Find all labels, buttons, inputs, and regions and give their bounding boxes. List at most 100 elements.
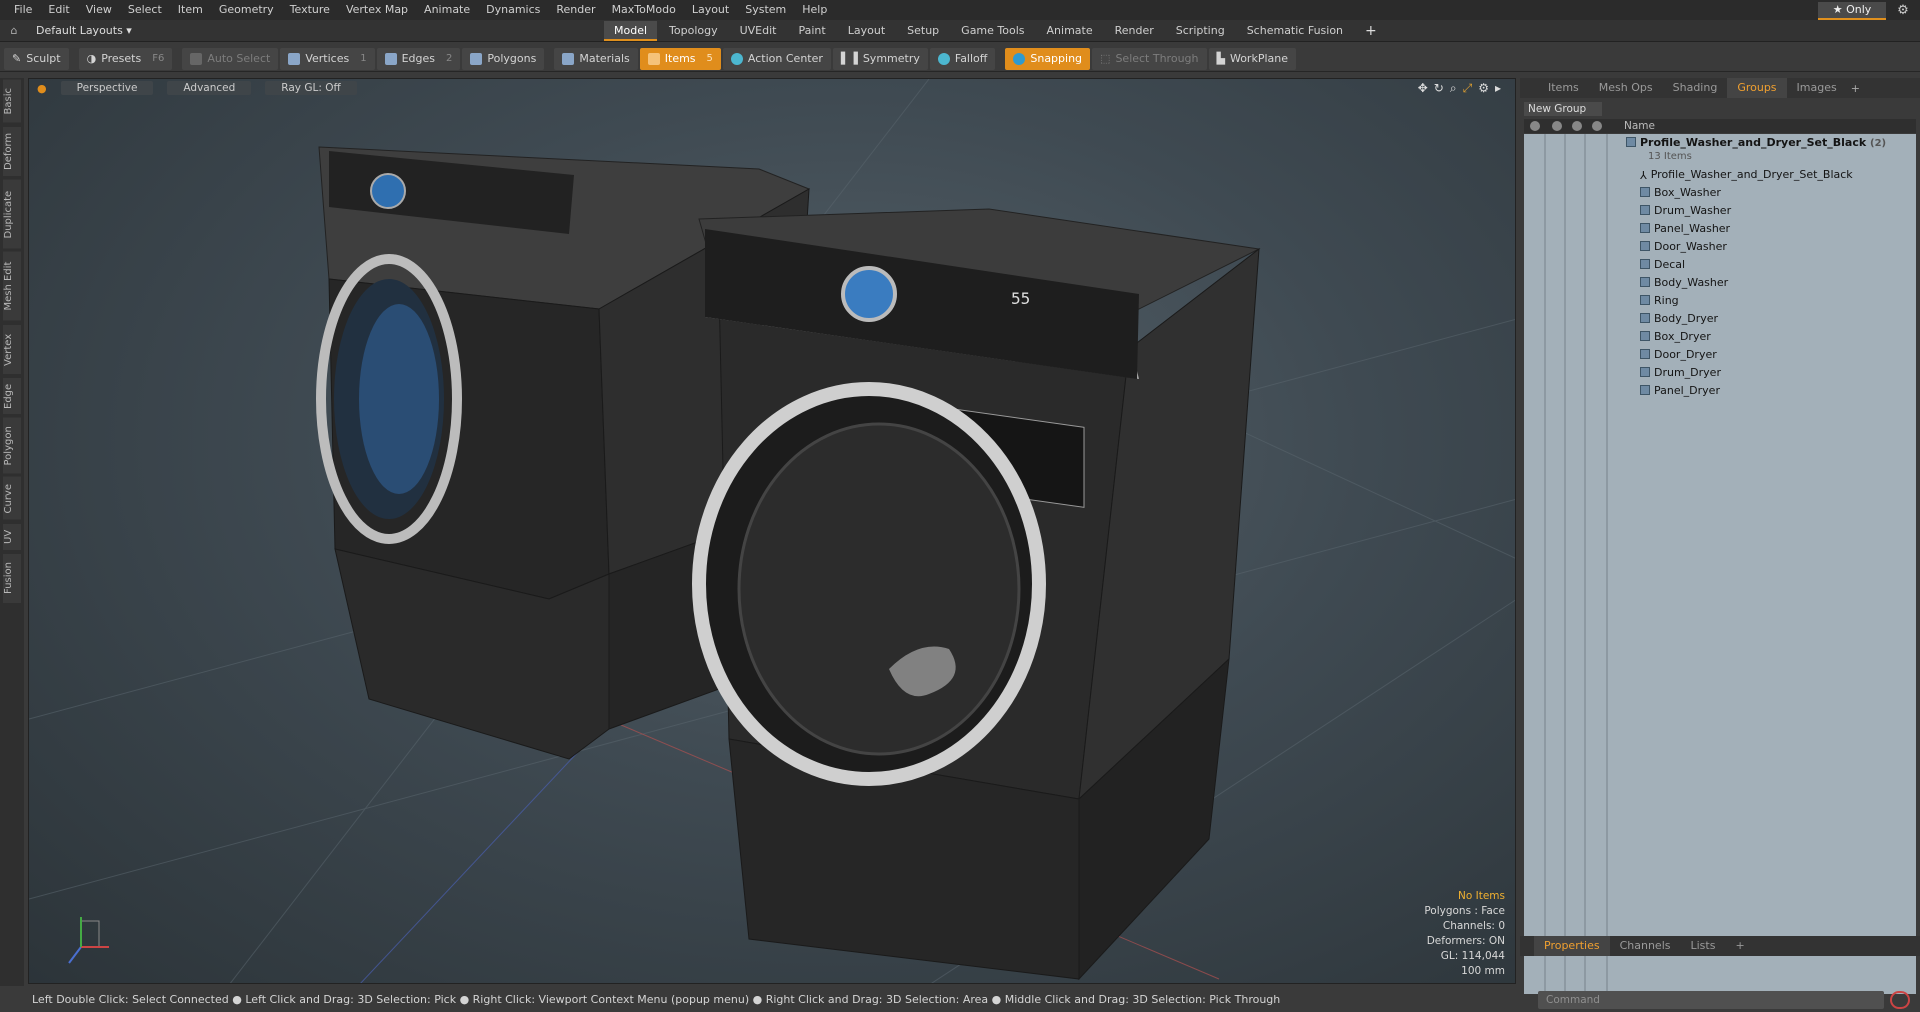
group-item-row[interactable]: Ring [1524, 292, 1916, 310]
symmetry-button[interactable]: ▌▐ Symmetry [832, 47, 928, 70]
menu-texture[interactable]: Texture [282, 0, 338, 20]
select-icon[interactable] [1592, 121, 1602, 131]
layout-tab-animate[interactable]: Animate [1037, 21, 1103, 41]
group-item-row[interactable]: Drum_Dryer [1524, 364, 1916, 382]
group-item-row[interactable]: Box_Washer [1524, 184, 1916, 202]
menu-dynamics[interactable]: Dynamics [478, 0, 548, 20]
viewport-menu-dot-icon[interactable]: ● [37, 82, 47, 95]
sculpt-button[interactable]: ✎ Sculpt [4, 47, 69, 70]
layout-tab-schematic-fusion[interactable]: Schematic Fusion [1237, 21, 1353, 41]
menu-file[interactable]: File [6, 0, 40, 20]
panel-tab-shading[interactable]: Shading [1663, 78, 1728, 98]
left-tab-vertex[interactable]: Vertex [3, 324, 21, 374]
materials-button[interactable]: Materials [554, 47, 638, 70]
menu-edit[interactable]: Edit [40, 0, 77, 20]
gear-icon[interactable]: ⚙ [1894, 2, 1912, 20]
panel-tab-groups[interactable]: Groups [1727, 78, 1787, 98]
add-bottom-tab-button[interactable]: + [1725, 936, 1754, 956]
snapping-button[interactable]: Snapping [1005, 47, 1091, 70]
group-item-row[interactable]: Box_Dryer [1524, 328, 1916, 346]
bottom-tab-properties[interactable]: Properties [1534, 936, 1610, 956]
layout-tab-game-tools[interactable]: Game Tools [951, 21, 1034, 41]
left-tab-curve[interactable]: Curve [3, 477, 21, 520]
items-button[interactable]: Items 5 [639, 47, 721, 70]
menu-vertex-map[interactable]: Vertex Map [338, 0, 416, 20]
viewport-settings-icon[interactable]: ⚙ [1478, 81, 1489, 96]
left-tab-basic[interactable]: Basic [3, 80, 21, 123]
raygl-toggle[interactable]: Ray GL: Off [265, 81, 357, 95]
layout-tab-setup[interactable]: Setup [897, 21, 949, 41]
dryer-dial-knob[interactable] [841, 266, 897, 322]
group-item-row[interactable]: Panel_Dryer [1524, 382, 1916, 400]
auto-select-button[interactable]: Auto Select [182, 47, 279, 70]
view-type-dropdown[interactable]: Perspective [60, 81, 154, 95]
layout-tab-scripting[interactable]: Scripting [1166, 21, 1235, 41]
command-run-icon[interactable] [1890, 991, 1910, 1009]
zoom-icon[interactable]: ⌕ [1450, 81, 1457, 96]
name-column-header[interactable]: Name [1624, 119, 1655, 133]
group-item-row[interactable]: Drum_Washer [1524, 202, 1916, 220]
menu-animate[interactable]: Animate [416, 0, 478, 20]
add-layout-button[interactable]: + [1355, 23, 1387, 39]
new-group-button[interactable]: New Group [1524, 102, 1602, 116]
3d-viewport[interactable]: 55 ● Perspective Advanced Ray GL: Off ✥ … [28, 78, 1516, 984]
menu-system[interactable]: System [737, 0, 794, 20]
layout-tab-render[interactable]: Render [1105, 21, 1164, 41]
group-item-row[interactable]: Door_Washer [1524, 238, 1916, 256]
group-item-row[interactable]: ⅄ Profile_Washer_and_Dryer_Set_Black [1524, 166, 1916, 184]
workplane-button[interactable]: ▙ WorkPlane [1208, 47, 1296, 70]
rotate-icon[interactable]: ↻ [1434, 81, 1444, 96]
panel-tab-items[interactable]: Items [1538, 78, 1589, 98]
menu-view[interactable]: View [78, 0, 120, 20]
command-input[interactable]: Command [1538, 991, 1884, 1009]
layout-home-icon[interactable]: ⌂ [0, 24, 28, 37]
left-tab-mesh-edit[interactable]: Mesh Edit [3, 252, 21, 321]
vertices-button[interactable]: Vertices 1 [280, 47, 375, 70]
only-button[interactable]: ★ Only [1818, 2, 1886, 20]
vertices-label: Vertices [305, 51, 350, 65]
menu-render[interactable]: Render [548, 0, 603, 20]
action-center-button[interactable]: Action Center [722, 47, 831, 70]
left-tab-duplicate[interactable]: Duplicate [3, 179, 21, 248]
visibility-eye-icon[interactable] [1530, 121, 1540, 131]
menu-maxtomodo[interactable]: MaxToModo [604, 0, 684, 20]
lock-icon[interactable] [1572, 121, 1582, 131]
menu-help[interactable]: Help [794, 0, 835, 20]
layout-tab-topology[interactable]: Topology [659, 21, 728, 41]
left-tab-edge[interactable]: Edge [3, 377, 21, 414]
menu-geometry[interactable]: Geometry [211, 0, 282, 20]
add-panel-tab-button[interactable]: + [1847, 82, 1860, 95]
polygons-button[interactable]: Polygons [462, 47, 545, 70]
group-item-row[interactable]: Panel_Washer [1524, 220, 1916, 238]
layout-tab-layout[interactable]: Layout [838, 21, 895, 41]
maximize-icon[interactable]: ⤢ [1463, 81, 1473, 96]
menu-item[interactable]: Item [170, 0, 211, 20]
pan-icon[interactable]: ✥ [1418, 81, 1428, 96]
left-tab-uv[interactable]: UV [3, 523, 21, 550]
layout-tab-paint[interactable]: Paint [789, 21, 836, 41]
layouts-dropdown[interactable]: Default Layouts ▾ [28, 24, 148, 37]
shading-mode-dropdown[interactable]: Advanced [167, 81, 252, 95]
render-icon[interactable] [1552, 121, 1562, 131]
falloff-button[interactable]: Falloff [929, 47, 996, 70]
select-through-button[interactable]: ⬚ Select Through [1092, 47, 1207, 70]
menu-select[interactable]: Select [120, 0, 170, 20]
edges-button[interactable]: Edges 2 [376, 47, 461, 70]
panel-tab-mesh-ops[interactable]: Mesh Ops [1589, 78, 1663, 98]
group-item-row[interactable]: Body_Washer [1524, 274, 1916, 292]
group-item-row[interactable]: Door_Dryer [1524, 346, 1916, 364]
bottom-tab-channels[interactable]: Channels [1610, 936, 1681, 956]
left-tab-fusion[interactable]: Fusion [3, 553, 21, 603]
bottom-tab-lists[interactable]: Lists [1681, 936, 1726, 956]
left-tab-deform[interactable]: Deform [3, 126, 21, 176]
presets-button[interactable]: ◑ Presets F6 [78, 47, 173, 70]
group-item-row[interactable]: Body_Dryer [1524, 310, 1916, 328]
layout-tab-model[interactable]: Model [604, 21, 658, 41]
expand-arrow-icon[interactable]: ▸ [1495, 81, 1501, 96]
panel-tab-images[interactable]: Images [1787, 78, 1847, 98]
group-item-row[interactable]: Decal [1524, 256, 1916, 274]
left-tab-polygon[interactable]: Polygon [3, 417, 21, 473]
dryer-model[interactable]: 55 [692, 208, 1261, 981]
menu-layout[interactable]: Layout [684, 0, 737, 20]
layout-tab-uvedit[interactable]: UVEdit [730, 21, 787, 41]
